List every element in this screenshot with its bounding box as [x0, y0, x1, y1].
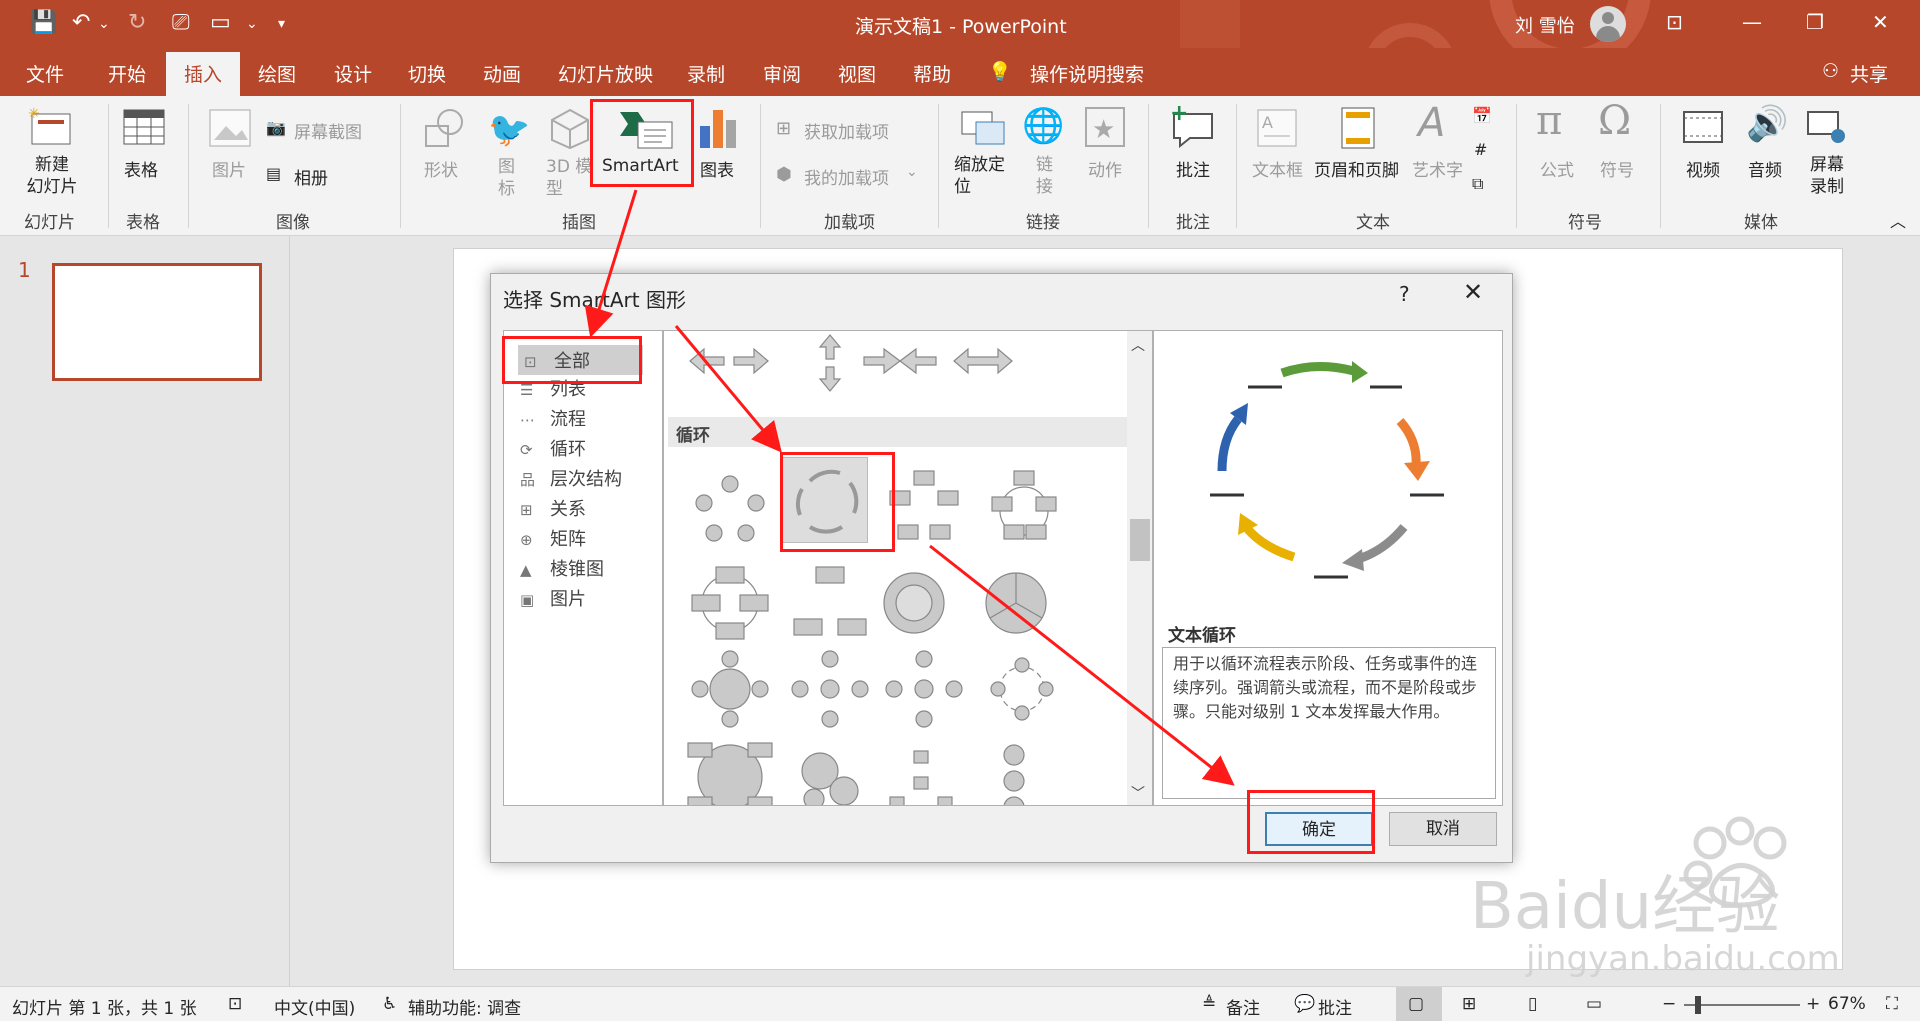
zoom-in-icon[interactable]: + [1806, 994, 1820, 1014]
comments-icon[interactable]: 💬 [1294, 994, 1315, 1014]
language-indicator[interactable]: 中文(中国) [274, 994, 355, 1019]
notes-icon[interactable]: ≜ [1202, 994, 1216, 1014]
normal-view-icon[interactable]: ▢ [1408, 994, 1424, 1014]
accessibility-status[interactable]: 辅助功能: 调查 [408, 994, 521, 1019]
fit-slide-icon[interactable]: ⛶ [1886, 994, 1898, 1014]
annotation-arrows [584, 189, 1235, 786]
reading-view-icon[interactable]: ▯ [1528, 994, 1537, 1014]
slide-sorter-icon[interactable]: ⊞ [1462, 994, 1476, 1014]
zoom-level[interactable]: 67% [1828, 994, 1866, 1014]
accessibility-icon[interactable]: ♿ [382, 994, 397, 1014]
zoom-slider-thumb[interactable] [1695, 996, 1701, 1014]
notes-button[interactable]: 备注 [1226, 994, 1260, 1019]
zoom-slider[interactable] [1684, 1004, 1800, 1006]
status-bar: 幻灯片 第 1 张，共 1 张 ⊡ 中文(中国) ♿ 辅助功能: 调查 ≜ 备注… [0, 986, 1920, 1021]
zoom-out-icon[interactable]: − [1662, 994, 1676, 1014]
slideshow-icon[interactable]: ▭ [1586, 994, 1602, 1014]
spell-check-icon[interactable]: ⊡ [228, 994, 242, 1014]
comments-button[interactable]: 批注 [1318, 994, 1352, 1019]
slide-info: 幻灯片 第 1 张，共 1 张 [12, 999, 197, 1019]
